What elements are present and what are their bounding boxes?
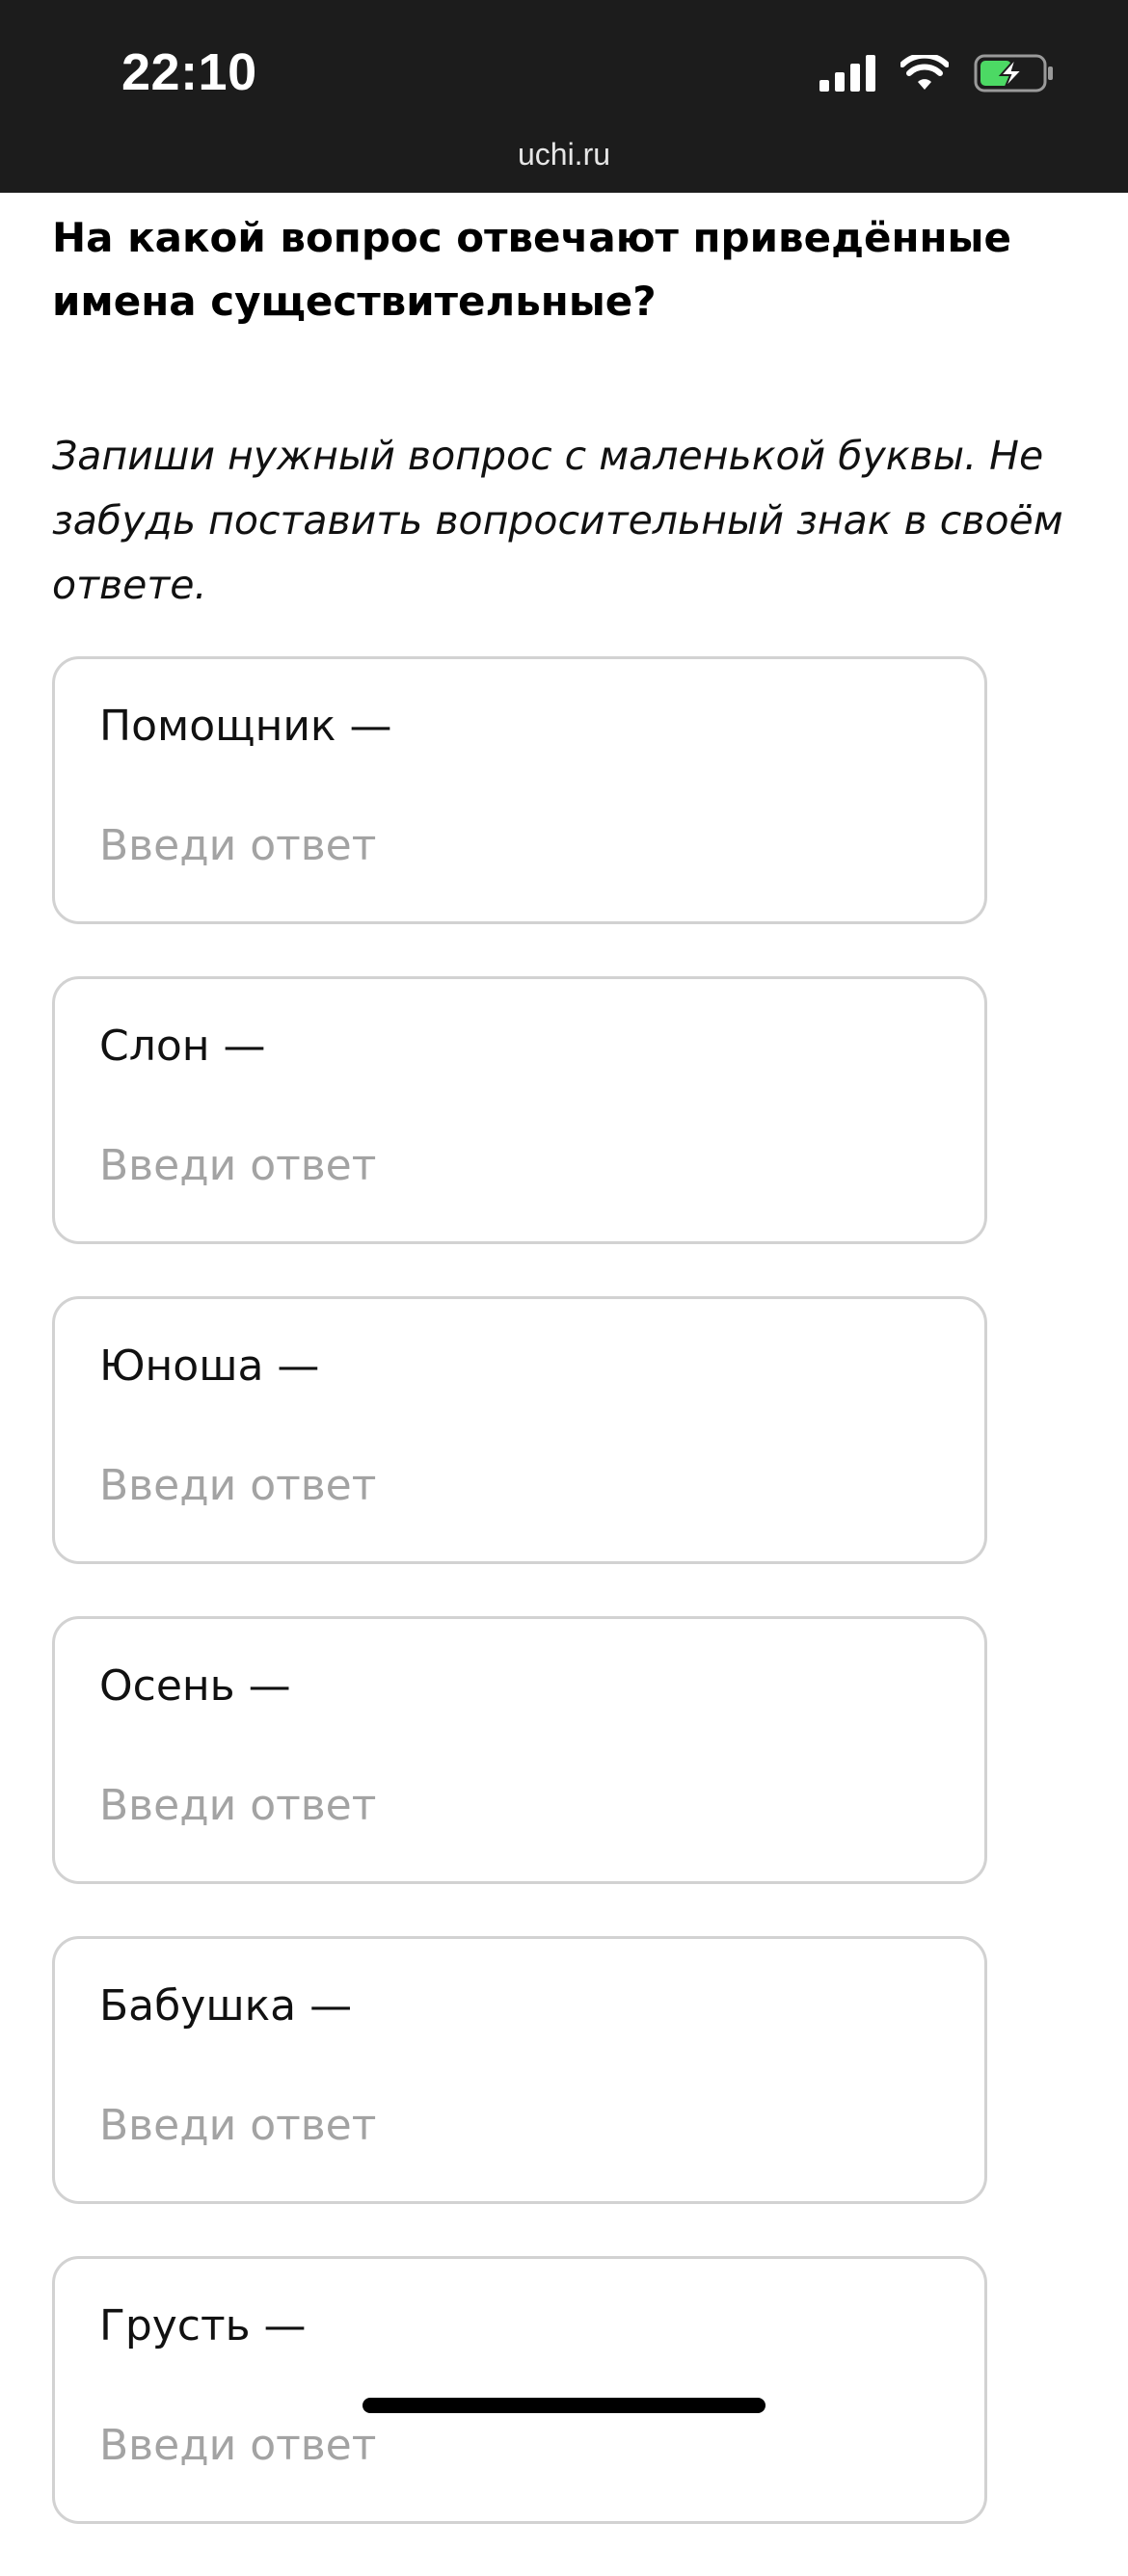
answer-list: Помощник — Слон — Юноша — Осень — Бабушк… (52, 656, 987, 2524)
answer-input[interactable] (99, 2097, 928, 2155)
url-domain[interactable]: uchi.ru (0, 137, 1128, 173)
battery-charging-icon (974, 54, 1055, 96)
wifi-icon (900, 52, 950, 95)
answer-word-label: Бабушка — (99, 1981, 353, 2031)
answer-word-label: Помощник — (99, 702, 392, 751)
answer-card: Грусть — (52, 2256, 987, 2524)
answer-word-label: Грусть — (99, 2301, 307, 2350)
answer-word-label: Слон — (99, 1022, 266, 1071)
answer-input[interactable] (99, 2417, 928, 2475)
answer-card: Юноша — (52, 1296, 987, 1564)
status-time: 22:10 (121, 43, 257, 101)
answer-card: Бабушка — (52, 1936, 987, 2204)
status-icons (819, 52, 1055, 96)
task-instruction: Запиши нужный вопрос с маленькой буквы. … (52, 433, 1063, 608)
browser-top-bar: 22:10 uchi.ru (0, 0, 1128, 193)
task-content: На какой вопрос отвечают приведённые име… (52, 193, 1074, 2576)
answer-card: Осень — (52, 1616, 987, 1884)
answer-input[interactable] (99, 1777, 928, 1835)
answer-card: Слон — (52, 976, 987, 1244)
answer-input[interactable] (99, 817, 928, 875)
task-question: На какой вопрос отвечают приведённые име… (52, 214, 1011, 325)
cellular-signal-icon (819, 55, 875, 95)
home-indicator[interactable] (363, 2398, 765, 2413)
answer-input[interactable] (99, 1457, 928, 1515)
answer-word-label: Юноша — (99, 1341, 320, 1391)
answer-input[interactable] (99, 1137, 928, 1195)
answer-word-label: Осень — (99, 1661, 291, 1711)
answer-card: Помощник — (52, 656, 987, 924)
